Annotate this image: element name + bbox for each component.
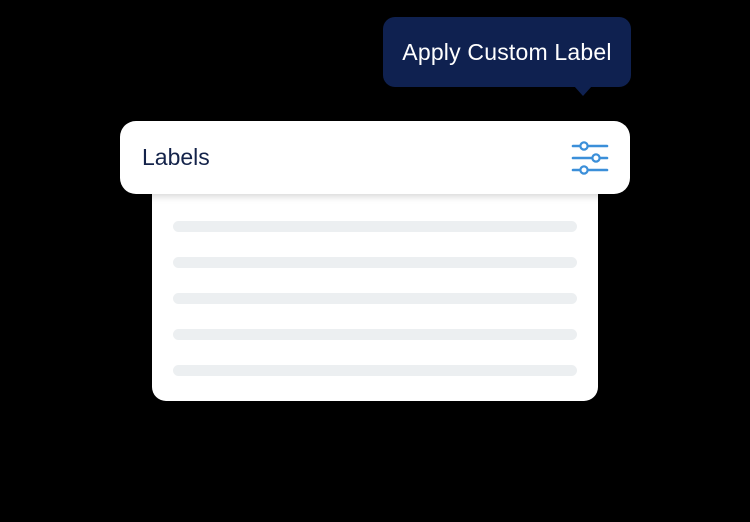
skeleton-row bbox=[173, 329, 577, 340]
skeleton-row bbox=[173, 365, 577, 376]
skeleton-row bbox=[173, 293, 577, 304]
labels-header: Labels bbox=[120, 121, 630, 194]
skeleton-list bbox=[173, 221, 577, 401]
tooltip: Apply Custom Label bbox=[383, 17, 631, 87]
skeleton-row bbox=[173, 257, 577, 268]
sliders-icon bbox=[571, 140, 609, 175]
tooltip-arrow bbox=[574, 86, 592, 96]
tooltip-text: Apply Custom Label bbox=[402, 38, 612, 65]
filter-settings-button[interactable] bbox=[571, 140, 609, 176]
labels-list-panel bbox=[152, 178, 598, 401]
page-title: Labels bbox=[142, 144, 210, 170]
skeleton-row bbox=[173, 221, 577, 232]
